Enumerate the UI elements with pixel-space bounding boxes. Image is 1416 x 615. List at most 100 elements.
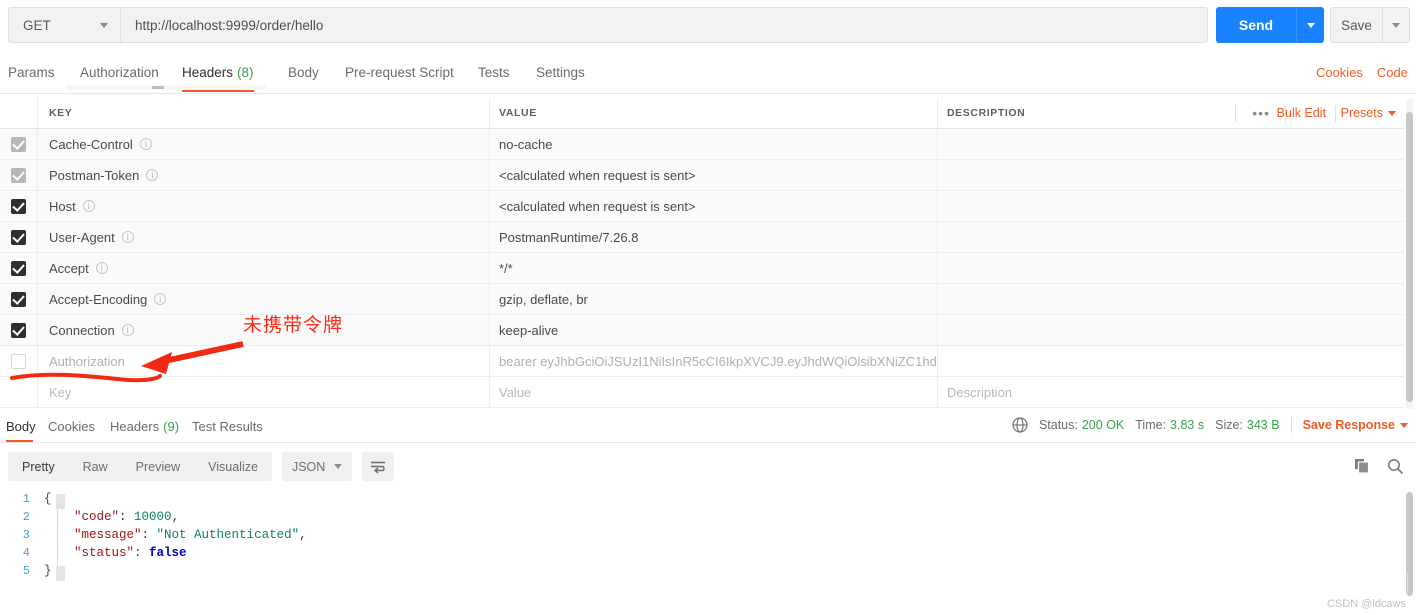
- table-row[interactable]: Accept i */*: [0, 253, 1404, 284]
- checkbox-checked-icon[interactable]: [11, 198, 26, 214]
- table-row[interactable]: Host i <calculated when request is sent>: [0, 191, 1404, 222]
- checkbox-checked-icon[interactable]: [11, 229, 26, 245]
- row-key-cell[interactable]: Authorization: [38, 346, 490, 376]
- status-value: 200 OK: [1081, 418, 1125, 432]
- tab-pre-request-script[interactable]: Pre-request Script: [345, 52, 454, 92]
- row-enable-checkbox-cell[interactable]: [0, 191, 38, 221]
- row-key-cell[interactable]: Host i: [38, 191, 490, 221]
- row-enable-checkbox-cell[interactable]: [0, 346, 38, 376]
- tab-tests[interactable]: Tests: [478, 52, 510, 92]
- row-description-cell[interactable]: [938, 160, 1404, 190]
- headers-scrollbar-thumb[interactable]: [1406, 112, 1413, 402]
- send-options-button[interactable]: [1296, 7, 1324, 43]
- row-enable-checkbox-cell[interactable]: [0, 315, 38, 345]
- checkbox-checked-icon[interactable]: [11, 291, 26, 307]
- row-enable-checkbox-cell[interactable]: [0, 222, 38, 252]
- view-mode-pretty[interactable]: Pretty: [8, 452, 69, 481]
- table-row[interactable]: Postman-Token i <calculated when request…: [0, 160, 1404, 191]
- col-key: KEY: [38, 98, 490, 128]
- response-body-code[interactable]: 1 { 2 "code": 10000, 3 "message": "Not A…: [0, 490, 1416, 600]
- row-key-cell[interactable]: Accept i: [38, 253, 490, 283]
- new-description-input[interactable]: Description: [938, 377, 1404, 407]
- tab-label: Body: [6, 418, 36, 434]
- table-row-placeholder[interactable]: Key Value Description: [0, 377, 1404, 408]
- url-input[interactable]: http://localhost:9999/order/hello: [120, 7, 1208, 43]
- info-icon[interactable]: i: [146, 169, 159, 181]
- row-enable-checkbox-cell[interactable]: [0, 160, 38, 190]
- save-options-button[interactable]: [1382, 7, 1410, 43]
- response-divider: [0, 442, 1416, 443]
- postman-window: GET http://localhost:9999/order/hello Se…: [0, 0, 1416, 615]
- header-key: Connection: [49, 322, 115, 338]
- table-row[interactable]: Cache-Control i no-cache: [0, 129, 1404, 160]
- view-mode-preview[interactable]: Preview: [122, 452, 194, 481]
- http-method-select[interactable]: GET: [8, 7, 120, 43]
- row-value-cell[interactable]: <calculated when request is sent>: [490, 191, 938, 221]
- checkbox-checked-icon[interactable]: [11, 260, 26, 276]
- info-icon[interactable]: i: [154, 293, 167, 305]
- view-mode-visualize[interactable]: Visualize: [194, 452, 272, 481]
- row-description-cell[interactable]: [938, 191, 1404, 221]
- row-enable-checkbox-cell[interactable]: [0, 284, 38, 314]
- tab-label: Settings: [536, 64, 585, 80]
- checkbox-unchecked-icon[interactable]: [11, 353, 26, 369]
- info-icon[interactable]: i: [121, 231, 134, 243]
- row-value-cell[interactable]: */*: [490, 253, 938, 283]
- new-value-placeholder: Value: [499, 384, 532, 400]
- table-row[interactable]: Accept-Encoding i gzip, deflate, br: [0, 284, 1404, 315]
- row-key-cell[interactable]: User-Agent i: [38, 222, 490, 252]
- save-response-button[interactable]: Save Response: [1303, 418, 1408, 432]
- row-value-cell[interactable]: keep-alive: [490, 315, 938, 345]
- row-value-cell[interactable]: gzip, deflate, br: [490, 284, 938, 314]
- row-value-cell[interactable]: bearer eyJhbGciOiJSUzI1NiIsInR5cCI6IkpXV…: [490, 346, 938, 376]
- tab-count: (8): [237, 64, 254, 80]
- info-icon[interactable]: i: [121, 324, 134, 336]
- checkbox-checked-icon[interactable]: [11, 136, 26, 152]
- info-icon[interactable]: i: [82, 200, 95, 212]
- row-value-cell[interactable]: no-cache: [490, 129, 938, 159]
- row-key-cell[interactable]: Postman-Token i: [38, 160, 490, 190]
- view-mode-raw[interactable]: Raw: [69, 452, 122, 481]
- copy-icon[interactable]: [1354, 458, 1371, 475]
- row-enable-checkbox-cell[interactable]: [0, 129, 38, 159]
- row-description-cell[interactable]: [938, 222, 1404, 252]
- new-key-input[interactable]: Key: [38, 377, 490, 407]
- row-description-cell[interactable]: [938, 315, 1404, 345]
- cookies-link[interactable]: Cookies: [1316, 65, 1363, 80]
- format-select[interactable]: JSON: [281, 452, 353, 481]
- response-tab-body[interactable]: Body: [6, 412, 36, 440]
- info-icon[interactable]: i: [95, 262, 108, 274]
- row-description-cell[interactable]: [938, 253, 1404, 283]
- json-key-code: "code": [74, 510, 120, 524]
- checkbox-checked-icon[interactable]: [11, 167, 26, 183]
- row-description-cell[interactable]: [938, 129, 1404, 159]
- search-icon[interactable]: [1387, 458, 1404, 475]
- row-description-cell[interactable]: [938, 284, 1404, 314]
- tab-params[interactable]: Params: [8, 52, 55, 92]
- response-tab-cookies[interactable]: Cookies: [48, 412, 95, 440]
- new-value-input[interactable]: Value: [490, 377, 938, 407]
- row-value-cell[interactable]: PostmanRuntime/7.26.8: [490, 222, 938, 252]
- row-description-cell[interactable]: [938, 346, 1404, 376]
- save-button[interactable]: Save: [1330, 7, 1382, 43]
- more-options-icon[interactable]: •••: [1252, 105, 1270, 121]
- word-wrap-button[interactable]: [362, 452, 395, 481]
- table-row[interactable]: User-Agent i PostmanRuntime/7.26.8: [0, 222, 1404, 253]
- watermark-bar: [1407, 573, 1408, 595]
- info-icon[interactable]: i: [139, 138, 152, 150]
- checkbox-checked-icon[interactable]: [11, 322, 26, 338]
- response-tab-headers[interactable]: Headers (9): [110, 412, 179, 440]
- row-enable-checkbox-cell[interactable]: [0, 253, 38, 283]
- table-row-authorization[interactable]: Authorization bearer eyJhbGciOiJSUzI1NiI…: [0, 346, 1404, 377]
- row-value-cell[interactable]: <calculated when request is sent>: [490, 160, 938, 190]
- response-tab-test-results[interactable]: Test Results: [192, 412, 263, 440]
- send-button[interactable]: Send: [1216, 7, 1296, 43]
- presets-button[interactable]: Presets: [1341, 106, 1396, 120]
- row-key-cell[interactable]: Cache-Control i: [38, 129, 490, 159]
- row-enable-checkbox-cell[interactable]: [0, 377, 38, 407]
- tab-body[interactable]: Body: [288, 52, 319, 92]
- table-row[interactable]: Connection i keep-alive: [0, 315, 1404, 346]
- tab-settings[interactable]: Settings: [536, 52, 585, 92]
- code-link[interactable]: Code: [1377, 65, 1408, 80]
- bulk-edit-button[interactable]: Bulk Edit: [1277, 106, 1326, 120]
